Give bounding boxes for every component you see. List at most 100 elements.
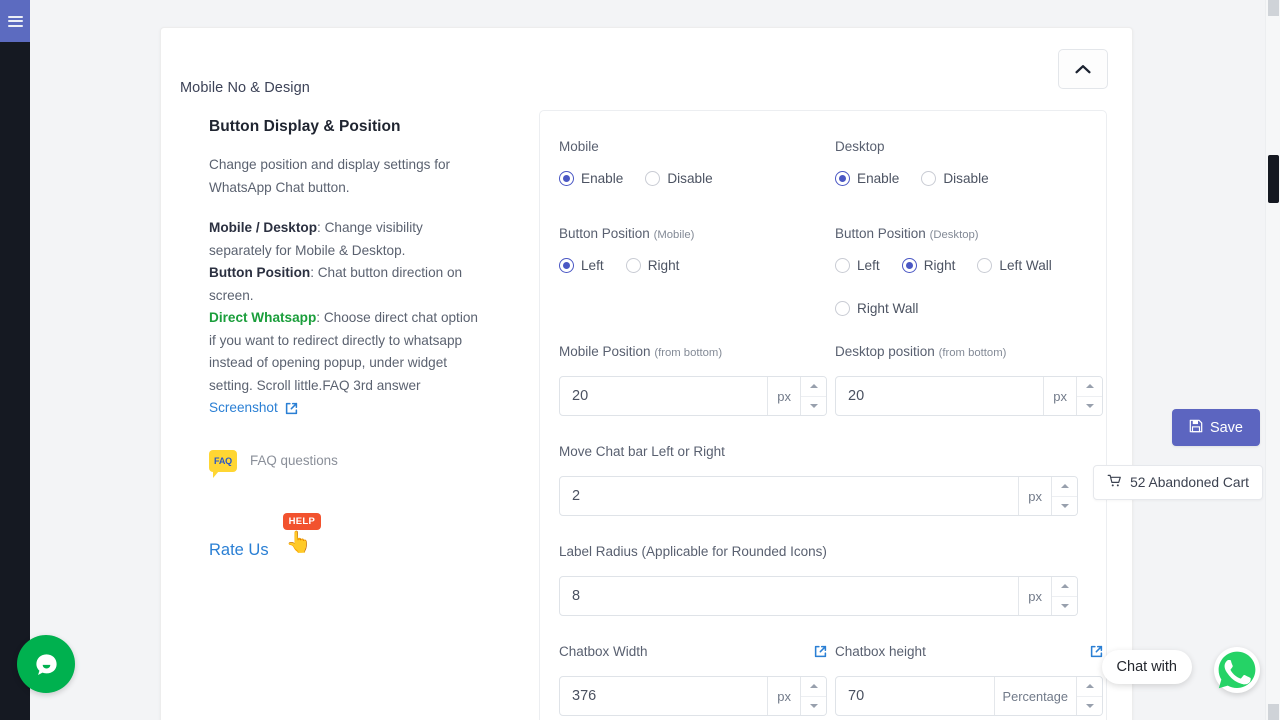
bp-desktop-label-sub: (Desktop) bbox=[930, 229, 979, 241]
faq-badge-icon: FAQ bbox=[209, 450, 237, 472]
chatbox-height-input[interactable] bbox=[836, 677, 994, 715]
chatbox-height-decrement[interactable] bbox=[1077, 697, 1102, 716]
chatbox-width-increment[interactable] bbox=[801, 677, 826, 697]
chatbox-width-input[interactable] bbox=[560, 677, 767, 715]
desktop-disable-option[interactable]: Disable bbox=[921, 171, 988, 186]
hamburger-menu-icon bbox=[8, 13, 23, 29]
abandoned-cart-button[interactable]: 52 Abandoned Cart bbox=[1093, 465, 1263, 500]
settings-card: Mobile No & Design Button Display & Posi… bbox=[160, 27, 1133, 720]
chatbox-size-row: Chatbox Width px bbox=[559, 644, 1078, 716]
mobile-label: Mobile bbox=[559, 139, 827, 154]
move-chat-bar-increment[interactable] bbox=[1052, 477, 1077, 497]
mobile-position-increment[interactable] bbox=[801, 377, 826, 397]
mobile-disable-option[interactable]: Disable bbox=[645, 171, 712, 186]
chat-with-label: Chat with bbox=[1117, 659, 1177, 675]
abandoned-cart-label: 52 Abandoned Cart bbox=[1130, 475, 1249, 490]
whatsapp-button[interactable] bbox=[1214, 647, 1260, 693]
desktop-position-label-sub: (from bottom) bbox=[939, 347, 1007, 359]
desktop-disable-label: Disable bbox=[943, 171, 988, 186]
bp-desktop-leftwall-option[interactable]: Left Wall bbox=[977, 258, 1051, 273]
chatbox-width-group: Chatbox Width px bbox=[559, 644, 827, 716]
mobile-position-decrement[interactable] bbox=[801, 397, 826, 416]
chatbox-height-input-group: Percentage bbox=[835, 676, 1103, 716]
sidebar-rail bbox=[0, 0, 30, 720]
radio-indicator bbox=[977, 258, 992, 273]
desktop-position-decrement[interactable] bbox=[1077, 397, 1102, 416]
desktop-position-increment[interactable] bbox=[1077, 377, 1102, 397]
mobile-enable-option[interactable]: Enable bbox=[559, 171, 623, 186]
help-cursor-graphic: HELP 👆 bbox=[275, 520, 321, 560]
hamburger-menu-button[interactable] bbox=[0, 0, 30, 42]
label-radius-label: Label Radius (Applicable for Rounded Ico… bbox=[559, 544, 1078, 559]
chatbox-height-label-row: Chatbox height bbox=[835, 644, 1103, 659]
caret-down-icon bbox=[1086, 704, 1094, 708]
position-inputs-row: Mobile Position (from bottom) px bbox=[559, 344, 1078, 416]
chatbox-height-group: Chatbox height Percentage bbox=[835, 644, 1103, 716]
save-button[interactable]: Save bbox=[1172, 409, 1260, 446]
bp-desktop-radio-group-2: Right Wall bbox=[835, 301, 1103, 316]
label-radius-input[interactable] bbox=[560, 577, 1018, 615]
label-radius-increment[interactable] bbox=[1052, 577, 1077, 597]
move-chat-bar-unit: px bbox=[1018, 477, 1051, 515]
collapse-section-button[interactable] bbox=[1058, 49, 1108, 89]
scrollbar-top-cap[interactable] bbox=[1268, 0, 1279, 16]
form-panel: Mobile Enable Disable Desktop bbox=[539, 110, 1107, 720]
page-scrollbar[interactable] bbox=[1265, 0, 1280, 720]
screenshot-link[interactable]: Screenshot bbox=[209, 397, 298, 420]
desktop-position-label-text: Desktop position bbox=[835, 344, 935, 359]
mobile-enable-group: Mobile Enable Disable bbox=[559, 139, 827, 186]
caret-up-icon bbox=[810, 684, 818, 688]
caret-down-icon bbox=[810, 704, 818, 708]
mobile-position-input[interactable] bbox=[560, 377, 767, 415]
chatbox-height-label: Chatbox height bbox=[835, 644, 926, 659]
move-chat-bar-input[interactable] bbox=[560, 477, 1018, 515]
caret-up-icon bbox=[1061, 584, 1069, 588]
button-position-row: Button Position (Mobile) Left Right bbox=[559, 226, 1078, 316]
bp-desktop-left-option[interactable]: Left bbox=[835, 258, 880, 273]
bp-mobile-left-label: Left bbox=[581, 258, 604, 273]
faq-questions-label: FAQ questions bbox=[250, 453, 338, 468]
move-chat-bar-decrement[interactable] bbox=[1052, 497, 1077, 516]
chatbox-width-unit: px bbox=[767, 677, 800, 715]
shopping-cart-icon bbox=[1107, 474, 1122, 491]
info-column: Button Display & Position Change positio… bbox=[185, 110, 515, 720]
desktop-position-group: Desktop position (from bottom) px bbox=[835, 344, 1103, 416]
chat-bubble-button[interactable] bbox=[17, 635, 75, 693]
whatsapp-icon bbox=[1216, 649, 1258, 691]
label-radius-input-group: px bbox=[559, 576, 1078, 616]
bp-desktop-radio-group: Left Right Left Wall bbox=[835, 258, 1103, 273]
desktop-position-input[interactable] bbox=[836, 377, 1043, 415]
bp-desktop-rightwall-option[interactable]: Right Wall bbox=[835, 301, 918, 316]
bp-mobile-left-option[interactable]: Left bbox=[559, 258, 604, 273]
rate-us-link[interactable]: Rate Us bbox=[209, 541, 269, 560]
scrollbar-thumb[interactable] bbox=[1268, 155, 1279, 203]
spacer bbox=[559, 716, 1078, 720]
chevron-up-icon bbox=[1075, 64, 1091, 74]
chat-with-tooltip[interactable]: Chat with bbox=[1102, 650, 1192, 684]
help-chip-badge: HELP bbox=[283, 513, 322, 530]
external-link-icon[interactable] bbox=[814, 645, 827, 658]
desktop-enable-option[interactable]: Enable bbox=[835, 171, 899, 186]
button-position-mobile-group: Button Position (Mobile) Left Right bbox=[559, 226, 827, 316]
chatbox-width-decrement[interactable] bbox=[801, 697, 826, 716]
radio-indicator bbox=[559, 171, 574, 186]
spacer bbox=[835, 273, 1103, 301]
scrollbar-bottom-cap[interactable] bbox=[1268, 704, 1279, 720]
chatbox-height-unit: Percentage bbox=[994, 677, 1076, 715]
button-position-desktop-label: Button Position (Desktop) bbox=[835, 226, 1103, 241]
save-button-label: Save bbox=[1210, 420, 1243, 436]
chatbox-width-stepper bbox=[800, 677, 826, 715]
bp-mobile-right-option[interactable]: Right bbox=[626, 258, 680, 273]
chatbox-height-increment[interactable] bbox=[1077, 677, 1102, 697]
caret-up-icon bbox=[810, 384, 818, 388]
chatbox-width-input-group: px bbox=[559, 676, 827, 716]
bp-mobile-label-text: Button Position bbox=[559, 226, 650, 241]
label-radius-decrement[interactable] bbox=[1052, 597, 1077, 616]
mobile-position-input-group: px bbox=[559, 376, 827, 416]
bp-desktop-right-option[interactable]: Right bbox=[902, 258, 956, 273]
spacer bbox=[559, 316, 1078, 344]
label-radius-group: Label Radius (Applicable for Rounded Ico… bbox=[559, 544, 1078, 616]
faq-questions-link[interactable]: FAQ FAQ questions bbox=[209, 450, 515, 472]
external-link-icon[interactable] bbox=[1090, 645, 1103, 658]
rate-us-row[interactable]: Rate Us HELP 👆 bbox=[209, 520, 515, 560]
